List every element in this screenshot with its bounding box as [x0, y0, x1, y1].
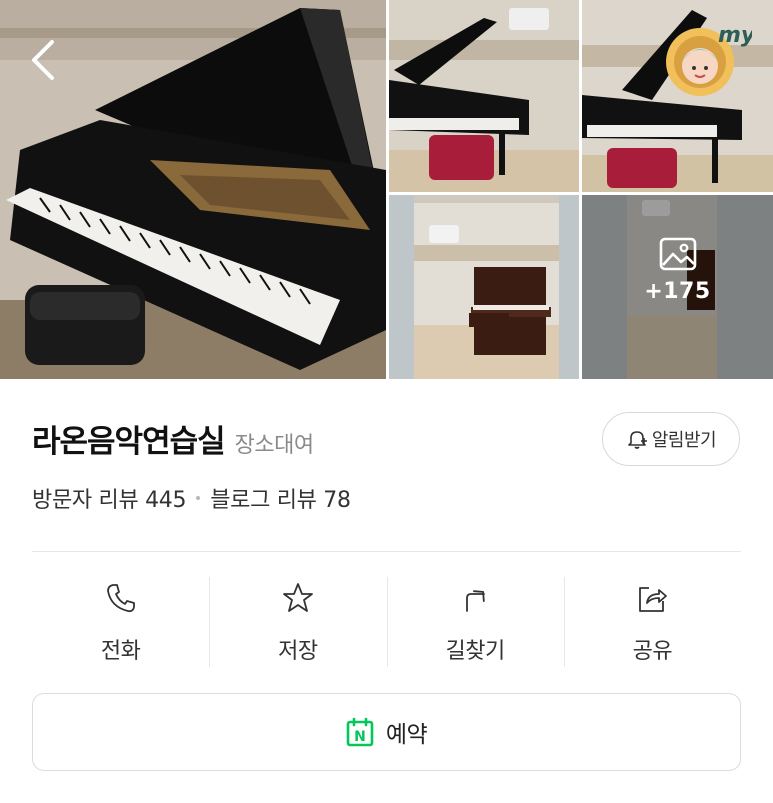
my-profile-badge[interactable]: my	[662, 16, 757, 100]
chevron-left-icon	[32, 40, 54, 80]
share-label: 공유	[632, 639, 673, 664]
separator-dot	[196, 496, 201, 500]
back-button[interactable]	[24, 36, 64, 84]
reserve-button[interactable]: N 예약	[32, 693, 741, 771]
directions-button[interactable]: 길찾기	[386, 577, 564, 669]
naver-calendar-icon: N	[346, 717, 374, 747]
gallery-photo-more[interactable]: +175	[582, 195, 773, 379]
directions-icon	[466, 590, 486, 612]
notify-button[interactable]: 알림받기	[602, 412, 740, 466]
gallery-photo-2[interactable]	[389, 0, 579, 192]
my-badge-text: my	[718, 23, 752, 48]
bell-plus-icon	[628, 431, 647, 449]
reserve-label: 예약	[385, 722, 428, 748]
notify-label: 알림받기	[651, 430, 717, 451]
visitor-reviews-link[interactable]: 방문자 리뷰 445	[32, 482, 186, 514]
reviews-row: 방문자 리뷰 445 블로그 리뷰 78	[32, 482, 351, 514]
share-button[interactable]: 공유	[563, 577, 741, 669]
directions-label: 길찾기	[445, 639, 506, 664]
place-name: 라온음악연습실	[32, 424, 226, 460]
save-button[interactable]: 저장	[209, 577, 386, 669]
more-photos-overlay[interactable]: +175	[582, 195, 773, 379]
place-category: 장소대여	[234, 433, 314, 458]
section-divider	[32, 551, 741, 552]
save-label: 저장	[278, 639, 318, 664]
action-bar: 전화 저장 길찾기 공유	[32, 577, 741, 669]
star-icon	[282, 583, 313, 612]
share-icon	[639, 587, 668, 612]
place-title-row: 라온음악연습실 장소대여	[32, 416, 314, 461]
image-icon	[659, 237, 696, 270]
blog-reviews-link[interactable]: 블로그 리뷰 78	[210, 482, 351, 514]
call-label: 전화	[100, 639, 141, 664]
my-avatar-icon: my	[666, 23, 757, 96]
phone-icon	[106, 584, 135, 613]
gallery-photo-4[interactable]	[389, 195, 579, 379]
naver-n-letter: N	[354, 729, 366, 745]
photo-gallery: my +175	[0, 0, 773, 379]
more-photos-count: +175	[644, 278, 711, 304]
call-button[interactable]: 전화	[32, 577, 209, 669]
